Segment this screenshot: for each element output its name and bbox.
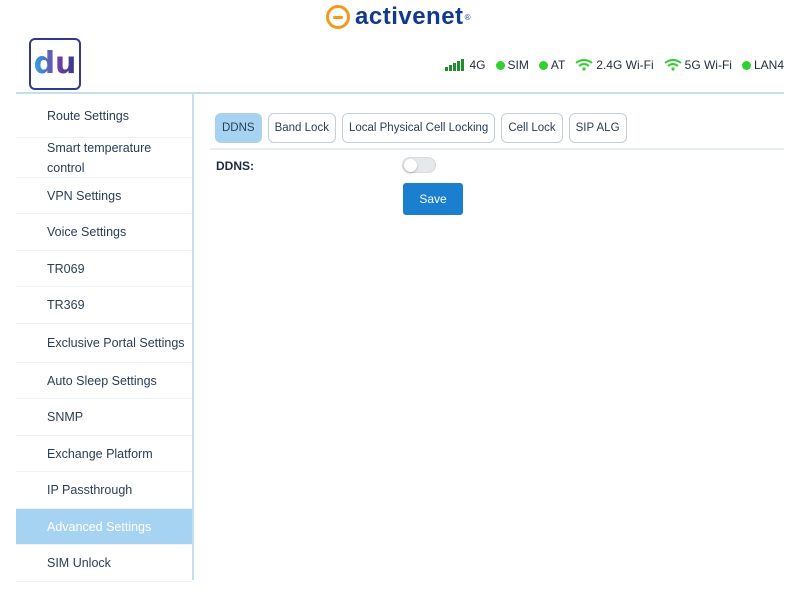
tab-cell-lock[interactable]: Cell Lock — [501, 113, 563, 143]
tab-label: Local Physical Cell Locking — [348, 122, 489, 134]
du-logo[interactable]: du — [29, 38, 81, 90]
tab-label: DDNS — [222, 122, 255, 134]
wifi-icon — [575, 59, 593, 71]
sidebar-item-tr069[interactable]: TR069 — [16, 251, 192, 287]
status-sim-label: SIM — [507, 58, 529, 72]
status-bar: 4G SIM AT 2.4G Wi-Fi 5G Wi-Fi LAN4 — [445, 58, 784, 72]
sidebar-item-voice-settings[interactable]: Voice Settings — [16, 214, 192, 251]
status-at-label: AT — [550, 58, 566, 72]
sidebar-item-label: Auto Sleep Settings — [47, 373, 157, 388]
activenet-watermark: activenet ® — [326, 3, 470, 31]
sidebar-item-tr369[interactable]: TR369 — [16, 287, 192, 324]
sidebar-item-ip-passthrough[interactable]: IP Passthrough — [16, 472, 192, 509]
status-wifi5-label: 5G Wi-Fi — [684, 58, 732, 72]
status-lan: LAN4 — [741, 58, 784, 72]
tab-sip-alg[interactable]: SIP ALG — [568, 113, 627, 143]
sidebar-item-label: SIM Unlock — [47, 556, 111, 570]
status-dot-icon — [741, 60, 751, 70]
sidebar-item-label: IP Passthrough — [47, 483, 133, 497]
sidebar-item-label: Advanced Settings — [47, 519, 152, 534]
tab-local-physical-cell-locking[interactable]: Local Physical Cell Locking — [341, 113, 496, 143]
sidebar-item-auto-sleep-settings[interactable]: Auto Sleep Settings — [16, 363, 192, 399]
sidebar-item-label: SNMP — [47, 410, 84, 424]
status-lan-label: LAN4 — [753, 58, 784, 72]
sidebar-item-advanced-settings[interactable]: Advanced Settings — [16, 509, 192, 545]
tab-label: Cell Lock — [508, 122, 556, 134]
brand-name: activenet — [355, 3, 464, 30]
signal-strength-icon — [445, 59, 465, 71]
sidebar-item-label: VPN Settings — [47, 188, 122, 203]
wifi-icon — [664, 59, 682, 71]
sidebar-item-sim-unlock[interactable]: SIM Unlock — [16, 545, 192, 582]
sidebar-item-label: Route Settings — [47, 108, 129, 123]
ddns-label: DDNS: — [216, 159, 254, 173]
save-button[interactable]: Save — [403, 183, 463, 215]
sidebar-item-exclusive-portal-settings[interactable]: Exclusive Portal Settings — [16, 324, 192, 363]
tab-label: SIP ALG — [575, 122, 620, 134]
status-network: 4G — [445, 58, 486, 72]
tab-bar: DDNS Band Lock Local Physical Cell Locki… — [215, 113, 633, 143]
status-dot-icon — [495, 60, 505, 70]
status-sim: SIM — [495, 58, 529, 72]
tab-label: Band Lock — [274, 122, 329, 134]
sidebar-item-exchange-platform[interactable]: Exchange Platform — [16, 436, 192, 472]
sidebar-item-label: Exclusive Portal Settings — [47, 336, 185, 350]
sidebar-item-label: TR069 — [47, 261, 85, 276]
status-wifi24-label: 2.4G Wi-Fi — [596, 58, 654, 72]
status-network-label: 4G — [469, 58, 486, 72]
ddns-toggle[interactable] — [402, 157, 436, 173]
sidebar: Route Settings Smart temperature control… — [16, 94, 194, 582]
tabs-divider — [210, 148, 784, 150]
sidebar-item-label: Voice Settings — [47, 225, 127, 239]
brand-trademark: ® — [464, 12, 471, 22]
sidebar-item-smart-temperature-control[interactable]: Smart temperature control — [16, 138, 192, 178]
sidebar-item-label: Exchange Platform — [47, 446, 153, 461]
toggle-knob — [404, 159, 417, 172]
sidebar-item-vpn-settings[interactable]: VPN Settings — [16, 178, 192, 214]
tab-band-lock[interactable]: Band Lock — [267, 113, 336, 143]
activenet-logo-icon — [326, 5, 350, 29]
status-dot-icon — [538, 60, 548, 70]
status-wifi24: 2.4G Wi-Fi — [575, 58, 654, 72]
du-logo-text: du — [33, 46, 77, 81]
tab-ddns[interactable]: DDNS — [215, 113, 262, 143]
status-wifi5: 5G Wi-Fi — [664, 58, 732, 72]
status-at: AT — [538, 58, 566, 72]
sidebar-item-snmp[interactable]: SNMP — [16, 399, 192, 436]
sidebar-item-label: Smart temperature control — [47, 140, 152, 175]
sidebar-item-label: TR369 — [47, 298, 85, 312]
sidebar-item-route-settings[interactable]: Route Settings — [16, 94, 192, 138]
